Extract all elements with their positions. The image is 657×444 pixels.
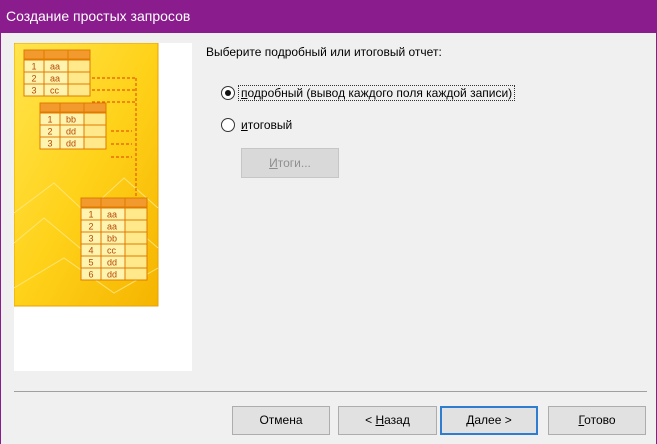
mini-table-cell-text: 3 bbox=[31, 86, 36, 96]
mini-table-cell-text: 1 bbox=[88, 210, 93, 220]
option-detailed-row[interactable]: подробный (вывод каждого поля каждой зап… bbox=[221, 84, 516, 102]
mini-table-header-cell bbox=[124, 197, 148, 208]
mini-table-cell-text: 1 bbox=[47, 115, 52, 125]
mini-table-header-cell bbox=[43, 49, 69, 60]
mini-table-cell bbox=[124, 231, 148, 245]
mini-table-cell-text: dd bbox=[107, 270, 117, 280]
mini-table-cell-text: dd bbox=[66, 139, 76, 149]
window-title: Создание простых запросов bbox=[6, 8, 191, 24]
mini-table-cell-text: aa bbox=[50, 62, 60, 72]
mini-table-cell bbox=[124, 207, 148, 221]
mini-table-cell bbox=[124, 243, 148, 257]
mini-table-cell-text: bb bbox=[107, 234, 117, 244]
mini-table-cell-text: dd bbox=[107, 258, 117, 268]
mini-table-cell-text: 5 bbox=[88, 258, 93, 268]
mini-table-cell bbox=[67, 59, 91, 73]
mini-table-cell-text: aa bbox=[107, 210, 117, 220]
mini-table-1: 1 aa 2 aa 3 cc bbox=[23, 49, 91, 97]
mini-table-cell-text: 2 bbox=[47, 127, 52, 137]
option-summary-row[interactable]: итоговый bbox=[221, 116, 292, 134]
wizard-illustration: 1 aa 2 aa 3 cc 1 bb 2 dd 3 dd 1 aa 2 aa 3 bb 4 cc 5 dd 6 dd bbox=[14, 43, 159, 307]
mini-table-header-cell bbox=[59, 102, 85, 113]
mini-table-cell bbox=[124, 267, 148, 281]
mini-table-cell bbox=[124, 255, 148, 269]
mini-table-cell-text: 4 bbox=[88, 246, 93, 256]
mini-table-header-cell bbox=[100, 197, 126, 208]
mini-table-header-cell bbox=[67, 49, 91, 60]
mini-table-cell-text: cc bbox=[50, 86, 60, 96]
mini-table-2: 1 bb 2 dd 3 dd bbox=[39, 102, 107, 150]
detailed-radio[interactable] bbox=[221, 86, 235, 100]
mini-table-header-cell bbox=[80, 197, 102, 208]
window-border-left bbox=[0, 33, 1, 444]
summary-radio-label[interactable]: итоговый bbox=[241, 118, 292, 132]
mini-table-cell bbox=[83, 112, 107, 126]
summary-radio[interactable] bbox=[221, 118, 235, 132]
mini-table-3: 1 aa 2 aa 3 bb 4 cc 5 dd 6 dd bbox=[80, 197, 148, 281]
mini-table-cell-text: aa bbox=[50, 74, 60, 84]
mini-table-cell bbox=[83, 124, 107, 138]
title-bar: Создание простых запросов bbox=[0, 0, 657, 33]
mini-table-cell-text: aa bbox=[107, 222, 117, 232]
report-type-prompt: Выберите подробный или итоговый отчет: bbox=[206, 45, 442, 59]
mini-table-cell bbox=[67, 83, 91, 97]
mini-table-cell-text: 1 bbox=[31, 62, 36, 72]
mini-table-cell bbox=[124, 219, 148, 233]
mini-table-header-cell bbox=[39, 102, 61, 113]
mini-table-header-cell bbox=[83, 102, 107, 113]
finish-button[interactable]: Готово bbox=[548, 406, 646, 435]
footer-separator bbox=[14, 391, 647, 392]
mini-table-cell-text: 3 bbox=[47, 139, 52, 149]
mini-table-header-cell bbox=[23, 49, 45, 60]
totals-button[interactable]: Итоги... bbox=[241, 148, 339, 178]
detailed-radio-label[interactable]: подробный (вывод каждого поля каждой зап… bbox=[238, 85, 516, 101]
mini-table-cell bbox=[67, 71, 91, 85]
mini-table-cell-text: 2 bbox=[88, 222, 93, 232]
mini-table-cell-text: 2 bbox=[31, 74, 36, 84]
mini-table-cell bbox=[83, 136, 107, 150]
mini-table-cell-text: dd bbox=[66, 127, 76, 137]
back-button[interactable]: < Назад bbox=[338, 406, 437, 435]
mini-table-cell-text: 3 bbox=[88, 234, 93, 244]
mini-table-cell-text: cc bbox=[107, 246, 117, 256]
mini-table-cell-text: 6 bbox=[88, 270, 93, 280]
wizard-illustration-panel: 1 aa 2 aa 3 cc 1 bb 2 dd 3 dd 1 aa 2 aa 3 bb 4 cc 5 dd 6 dd bbox=[14, 43, 192, 371]
mini-table-cell-text: bb bbox=[66, 115, 76, 125]
next-button[interactable]: Далее > bbox=[440, 406, 538, 435]
cancel-button[interactable]: Отмена bbox=[232, 406, 330, 435]
